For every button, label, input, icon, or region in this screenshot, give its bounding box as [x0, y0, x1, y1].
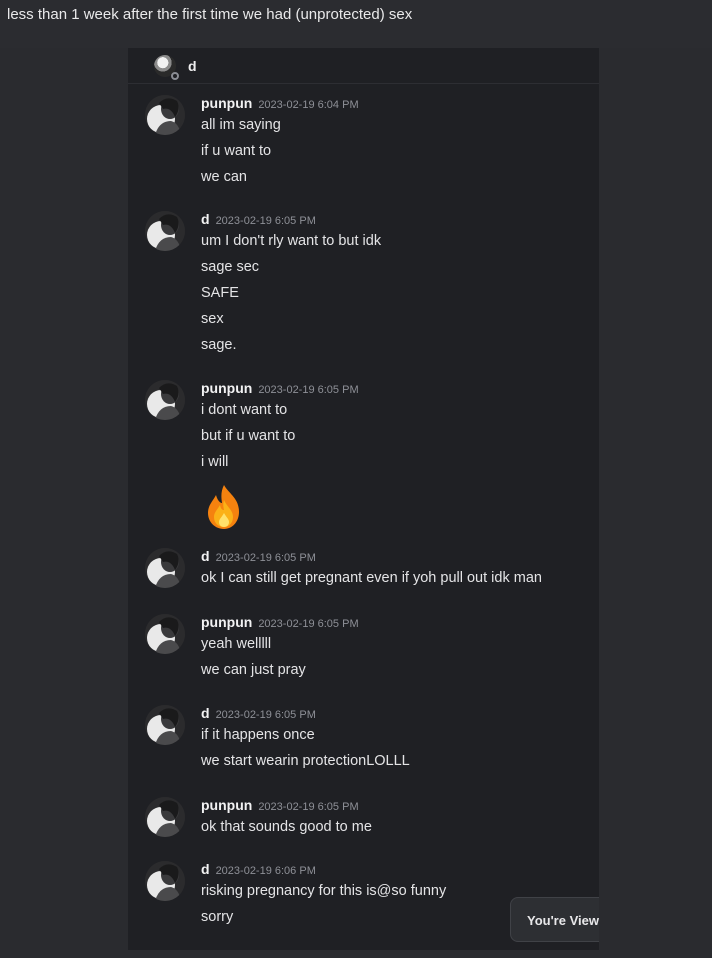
message-text: um I don't rly want to but idk	[201, 233, 382, 249]
message-meta: d 2023-02-19 6:05 PM	[201, 211, 316, 229]
message-text: but if u want to	[201, 428, 296, 444]
avatar[interactable]	[145, 861, 185, 901]
message-text: yeah welllll	[201, 636, 272, 652]
message-text: risking pregnancy for this is@so funny	[201, 883, 447, 899]
author-name[interactable]: d	[201, 861, 210, 877]
message-text: all im saying	[201, 117, 281, 133]
author-name[interactable]: punpun	[201, 95, 252, 111]
message-text: we start wearin protectionLOLLL	[201, 753, 410, 769]
viewing-notice-toast[interactable]: You're Viewi	[510, 897, 610, 942]
message-text: ok that sounds good to me	[201, 819, 372, 835]
message-timestamp: 2023-02-19 6:04 PM	[258, 99, 359, 111]
avatar[interactable]	[154, 54, 179, 80]
message-text: sorry	[201, 909, 234, 925]
toast-clip-region	[599, 890, 712, 958]
message-timestamp: 2023-02-19 6:05 PM	[258, 801, 359, 813]
avatar[interactable]	[145, 95, 185, 135]
message-meta: punpun 2023-02-19 6:04 PM	[201, 95, 359, 113]
avatar[interactable]	[145, 548, 185, 588]
message-text: we can just pray	[201, 662, 306, 678]
avatar[interactable]	[145, 797, 185, 837]
author-name[interactable]: d	[201, 548, 210, 564]
message-meta: punpun 2023-02-19 6:05 PM	[201, 614, 359, 632]
author-name[interactable]: punpun	[201, 380, 252, 396]
avatar[interactable]	[145, 705, 185, 745]
message-timestamp: 2023-02-19 6:06 PM	[215, 865, 316, 877]
message-text: sage.	[201, 337, 237, 353]
message-text: ok I can still get pregnant even if yoh …	[201, 570, 542, 586]
message-meta: d 2023-02-19 6:05 PM	[201, 705, 316, 723]
fire-emoji-icon	[199, 482, 249, 532]
message-timestamp: 2023-02-19 6:05 PM	[215, 709, 316, 721]
message-text: if it happens once	[201, 727, 315, 743]
message-text: i will	[201, 454, 229, 470]
message-text: sex	[201, 311, 224, 327]
message-meta: punpun 2023-02-19 6:05 PM	[201, 797, 359, 815]
message-text: i dont want to	[201, 402, 288, 418]
chat-window: d punpun 2023-02-19 6:04 PM all im saying i…	[128, 48, 599, 950]
message-text: if u want to	[201, 143, 272, 159]
message-meta: d 2023-02-19 6:05 PM	[201, 548, 316, 566]
message-text: sage sec	[201, 259, 260, 275]
message-timestamp: 2023-02-19 6:05 PM	[258, 384, 359, 396]
avatar[interactable]	[145, 211, 185, 251]
avatar[interactable]	[145, 380, 185, 420]
author-name[interactable]: d	[201, 705, 210, 721]
message-meta: d 2023-02-19 6:06 PM	[201, 861, 316, 879]
message-timestamp: 2023-02-19 6:05 PM	[215, 552, 316, 564]
post-caption: less than 1 week after the first time we…	[0, 0, 712, 48]
author-name[interactable]: punpun	[201, 797, 252, 813]
message-timestamp: 2023-02-19 6:05 PM	[258, 618, 359, 630]
author-name[interactable]: d	[201, 211, 210, 227]
status-offline-icon	[171, 71, 179, 80]
chat-recipient-name: d	[188, 57, 197, 74]
message-text: we can	[201, 169, 247, 185]
message-timestamp: 2023-02-19 6:05 PM	[215, 215, 316, 227]
message-meta: punpun 2023-02-19 6:05 PM	[201, 380, 359, 398]
avatar[interactable]	[145, 614, 185, 654]
message-text: SAFE	[201, 285, 239, 301]
author-name[interactable]: punpun	[201, 614, 252, 630]
chat-header: d	[128, 48, 599, 84]
